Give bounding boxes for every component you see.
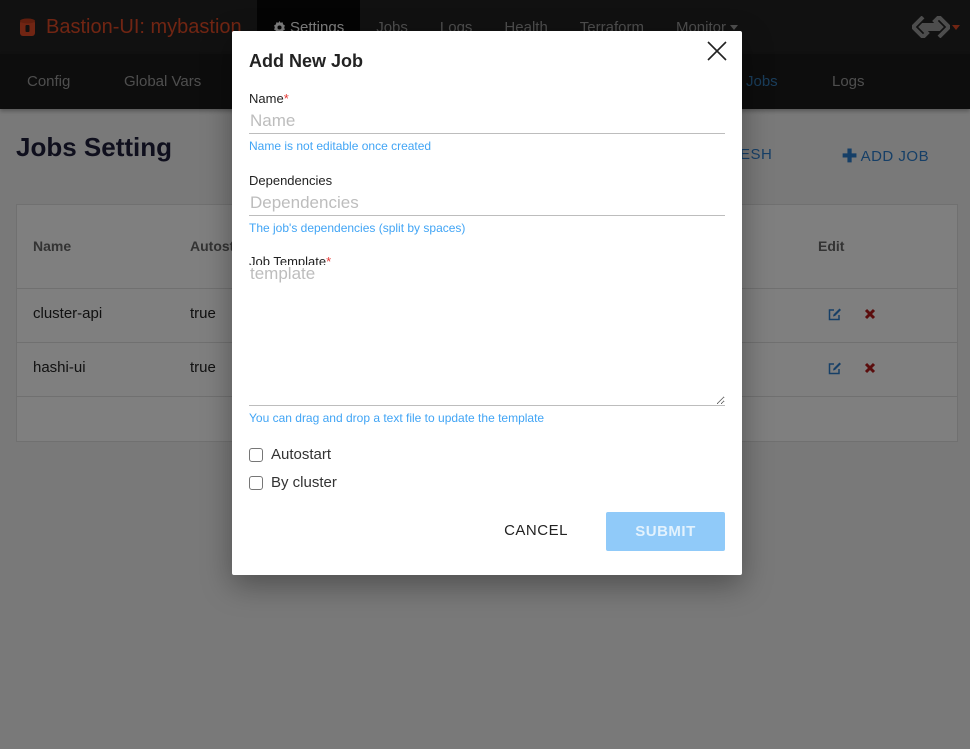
dependencies-label: Dependencies [249, 173, 333, 188]
template-textarea[interactable] [249, 265, 725, 406]
name-help: Name is not editable once created [249, 139, 432, 153]
autostart-checkbox[interactable] [249, 447, 263, 462]
add-job-dialog: Add New Job Name* Name is not editable o… [232, 31, 742, 575]
cancel-button[interactable]: CANCEL [488, 511, 584, 549]
template-help: You can drag and drop a text file to upd… [249, 411, 545, 425]
required-marker: * [283, 91, 289, 106]
close-icon[interactable] [706, 40, 728, 62]
by-cluster-checkbox[interactable] [249, 475, 263, 490]
dialog-title: Add New Job [249, 51, 364, 71]
dependencies-help: The job's dependencies (split by spaces) [249, 221, 466, 235]
by-cluster-label: By cluster [271, 474, 337, 491]
name-input[interactable] [249, 108, 725, 134]
name-label-text: Name [249, 91, 284, 106]
autostart-label: Autostart [271, 446, 332, 463]
submit-button[interactable]: SUBMIT [606, 512, 725, 551]
by-cluster-checkbox-row[interactable]: By cluster [249, 474, 337, 491]
name-label: Name* [249, 91, 289, 106]
autostart-checkbox-row[interactable]: Autostart [249, 446, 331, 463]
dependencies-input[interactable] [249, 190, 725, 216]
